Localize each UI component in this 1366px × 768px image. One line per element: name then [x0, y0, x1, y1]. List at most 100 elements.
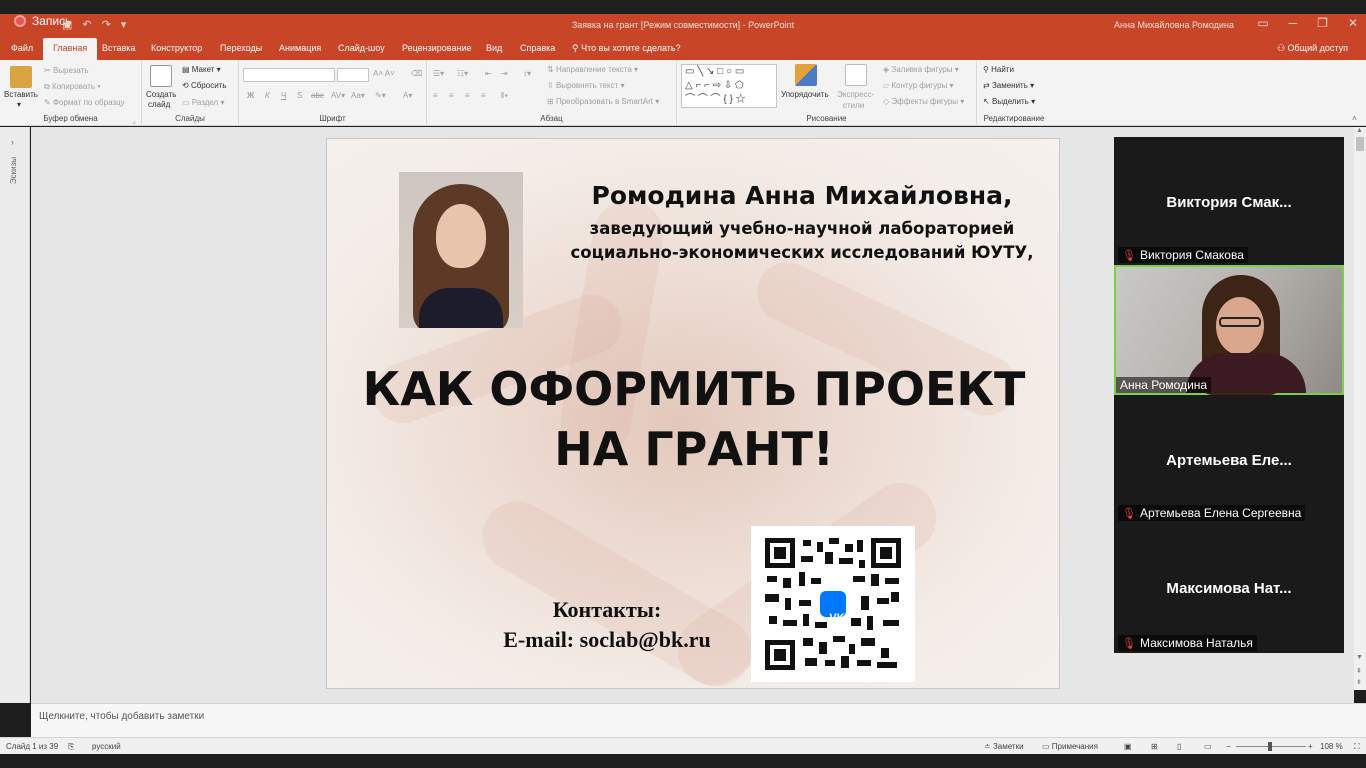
zoom-in-icon[interactable]: +	[1308, 742, 1313, 751]
paste-icon[interactable]	[10, 66, 32, 88]
tab-animations[interactable]: Анимация	[279, 43, 321, 53]
new-slide-label-2[interactable]: слайд	[148, 100, 170, 109]
spellcheck-icon[interactable]: ⎘	[68, 742, 74, 752]
tab-design[interactable]: Конструктор	[151, 43, 202, 53]
share-button[interactable]: ⚇ Общий доступ	[1277, 43, 1348, 54]
font-color-icon[interactable]: A▾	[403, 91, 412, 100]
lightbulb-icon: ⚲	[572, 43, 582, 53]
next-slide-icon[interactable]: ⇟	[1356, 678, 1362, 686]
close-icon[interactable]: ✕	[1348, 16, 1358, 30]
numbering-icon[interactable]: ☷▾	[457, 69, 468, 78]
participant-tile[interactable]: Максимова Нат... 🎙 Максимова Наталья	[1114, 523, 1344, 653]
paste-dropdown-icon[interactable]: ▾	[17, 100, 21, 109]
scroll-down-icon[interactable]: ▼	[1356, 654, 1363, 661]
grow-font-icon[interactable]: A˄ A˅	[373, 69, 395, 78]
notes-toggle-button[interactable]: ≐ Заметки	[984, 742, 1024, 751]
bullets-icon[interactable]: ☰▾	[433, 69, 444, 78]
bold-icon[interactable]: Ж	[247, 91, 254, 100]
tab-file[interactable]: Файл	[11, 43, 33, 53]
clear-formatting-icon[interactable]: ⌫	[411, 69, 422, 78]
align-text-button[interactable]: ⇳ Выровнять текст ▾	[547, 81, 625, 90]
highlight-icon[interactable]: ✎▾	[375, 91, 386, 100]
increase-indent-icon[interactable]: ⇥	[501, 69, 508, 78]
char-spacing-icon[interactable]: AV▾	[331, 91, 345, 100]
shadow-icon[interactable]: S	[297, 91, 302, 100]
participant-tile[interactable]: Артемьева Еле... 🎙 Артемьева Елена Сергее…	[1114, 395, 1344, 523]
comments-button[interactable]: ▭ Примечания	[1042, 742, 1098, 751]
scroll-thumb[interactable]	[1356, 137, 1364, 151]
copy-button[interactable]: ⧉ Копировать ▾	[44, 82, 101, 92]
format-painter-button[interactable]: ✎ Формат по образцу	[44, 98, 125, 107]
notes-pane[interactable]: Щелкните, чтобы добавить заметки	[31, 703, 1366, 737]
slide-sorter-icon[interactable]: ⊞	[1151, 742, 1158, 751]
tab-slideshow[interactable]: Слайд-шоу	[338, 43, 385, 53]
select-button[interactable]: ↖ Выделить ▾	[983, 97, 1035, 106]
shape-outline-button[interactable]: ▱ Контур фигуры ▾	[883, 81, 954, 90]
columns-icon[interactable]: ⫴▾	[501, 91, 508, 101]
font-name-input[interactable]	[243, 68, 335, 82]
tab-review[interactable]: Рецензирование	[402, 43, 472, 53]
prev-slide-icon[interactable]: ⇞	[1356, 667, 1362, 675]
paste-button[interactable]: Вставить	[4, 90, 38, 99]
strikethrough-icon[interactable]: abc	[311, 91, 324, 100]
reading-view-icon[interactable]: ▯	[1177, 742, 1181, 751]
slideshow-view-icon[interactable]: ▭	[1204, 742, 1212, 751]
minimize-icon[interactable]: ─	[1289, 16, 1298, 30]
underline-icon[interactable]: Ч	[281, 91, 286, 100]
participant-tile[interactable]: Виктория Смак... 🎙 Виктория Смакова	[1114, 137, 1344, 265]
vertical-scrollbar[interactable]: ▲ ▼ ⇞ ⇟	[1354, 127, 1366, 690]
window-controls: ▭ ─ ❐ ✕	[1257, 16, 1358, 30]
layout-button[interactable]: ▤ Макет ▾	[182, 65, 221, 74]
ribbon-display-icon[interactable]: ▭	[1257, 16, 1268, 30]
arrange-button[interactable]: Упорядочить	[781, 90, 829, 99]
quick-styles-label-2[interactable]: стили	[843, 101, 864, 110]
shape-fill-button[interactable]: ◈ Заливка фигуры ▾	[883, 65, 959, 74]
cut-button[interactable]: ✂ Вырезать	[44, 66, 89, 75]
tab-insert[interactable]: Вставка	[102, 43, 135, 53]
scroll-up-icon[interactable]: ▲	[1356, 127, 1363, 134]
clipboard-launcher-icon[interactable]: ⌟	[132, 116, 136, 125]
change-case-icon[interactable]: Aa▾	[351, 91, 365, 100]
zoom-out-icon[interactable]: −	[1226, 742, 1231, 751]
find-button[interactable]: ⚲ Найти	[983, 65, 1014, 74]
line-spacing-icon[interactable]: ↕▾	[523, 69, 531, 78]
arrange-icon[interactable]	[795, 64, 817, 86]
align-center-icon[interactable]: ≡	[449, 91, 454, 100]
quick-styles-label-1[interactable]: Экспресс-	[837, 90, 874, 99]
section-button[interactable]: ▭ Раздел ▾	[182, 98, 224, 107]
shape-effects-button[interactable]: ◇ Эффекты фигуры ▾	[883, 97, 964, 106]
new-slide-label-1[interactable]: Создать	[146, 90, 176, 99]
tab-transitions[interactable]: Переходы	[220, 43, 262, 53]
tell-me-search[interactable]: ⚲ Что вы хотите сделать?	[572, 43, 681, 54]
expand-chevron-icon[interactable]: ›	[11, 137, 14, 147]
notes-placeholder[interactable]: Щелкните, чтобы добавить заметки	[39, 711, 204, 722]
justify-icon[interactable]: ≡	[481, 91, 486, 100]
slide[interactable]: Ромодина Анна Михайловна, заведующий уче…	[326, 138, 1060, 689]
account-name[interactable]: Анна Михайловна Ромодина	[1114, 20, 1234, 30]
quick-styles-icon[interactable]	[845, 64, 867, 86]
participant-video-tile[interactable]: Анна Ромодина	[1114, 265, 1344, 395]
language-indicator[interactable]: русский	[92, 742, 121, 751]
shapes-gallery[interactable]: ▭ ╲ ↘ □ ○ ▭ △ ⌐ ⌐ ⇨ ⇩ ⬠ ⌒ ⌒ ⌒ { } ☆	[681, 64, 777, 108]
collapse-ribbon-icon[interactable]: ˄	[1352, 114, 1357, 123]
smartart-button[interactable]: ⊞ Преобразовать в SmartArt ▾	[547, 97, 659, 106]
restore-icon[interactable]: ❐	[1317, 16, 1328, 30]
new-slide-icon[interactable]	[150, 65, 172, 87]
contacts-block: Контакты: E-mail: soclab@bk.ru	[477, 595, 737, 655]
align-right-icon[interactable]: ≡	[465, 91, 470, 100]
normal-view-icon[interactable]: ▣	[1124, 742, 1132, 751]
reset-button[interactable]: ⟲ Сбросить	[182, 81, 227, 90]
tab-home[interactable]: Главная	[43, 38, 98, 60]
thumbnails-pane-collapsed[interactable]: › Эскизы	[0, 127, 30, 703]
tab-view[interactable]: Вид	[486, 43, 502, 53]
italic-icon[interactable]: К	[265, 91, 270, 100]
tab-help[interactable]: Справка	[520, 43, 555, 53]
fit-to-window-icon[interactable]: ⛶	[1354, 742, 1360, 752]
align-left-icon[interactable]: ≡	[433, 91, 438, 100]
text-direction-button[interactable]: ⇅ Направление текста ▾	[547, 65, 638, 74]
zoom-slider-thumb[interactable]	[1268, 742, 1272, 751]
replace-button[interactable]: ⇄ Заменить ▾	[983, 81, 1034, 90]
font-size-input[interactable]	[337, 68, 369, 82]
decrease-indent-icon[interactable]: ⇤	[485, 69, 492, 78]
zoom-level[interactable]: 108 %	[1320, 742, 1343, 751]
